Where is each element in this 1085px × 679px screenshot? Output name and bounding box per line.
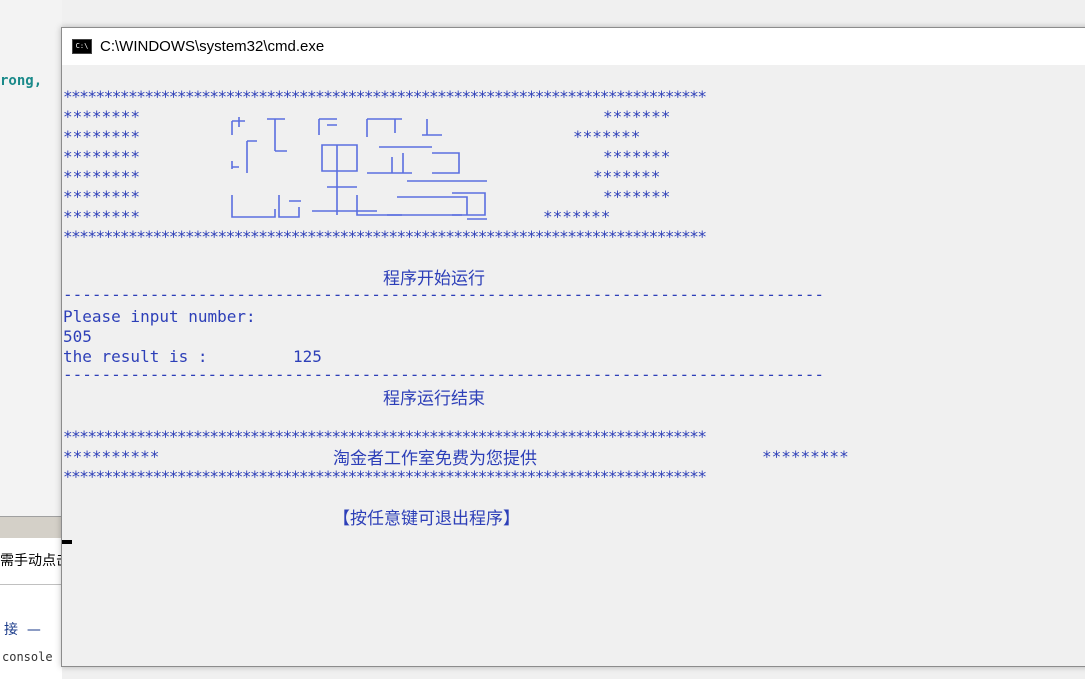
dash-separator-top: ----------------------------------------…: [63, 285, 824, 304]
background-link-text[interactable]: 接 —: [4, 619, 41, 639]
banner-left-2: ********: [63, 127, 141, 146]
footer-stars-left: **********: [63, 447, 160, 466]
star-border-footer-bottom: ****************************************…: [63, 467, 707, 486]
exit-prompt: 【按任意键可退出程序】: [333, 509, 520, 529]
window-title: C:\WINDOWS\system32\cmd.exe: [100, 38, 325, 55]
input-prompt: Please input number:: [63, 307, 256, 326]
background-panel-text: 需手动点击: [0, 553, 70, 569]
banner-right-1: *******: [603, 107, 671, 126]
background-panel-bar: [0, 516, 62, 539]
dash-separator-bottom: ----------------------------------------…: [63, 365, 824, 384]
cmd-icon: C:\: [72, 39, 92, 54]
input-value: 505: [63, 327, 92, 346]
banner-left-5: ********: [63, 187, 141, 206]
banner-left-1: ********: [63, 107, 141, 126]
background-separator: [0, 584, 62, 585]
banner-left-6: ********: [63, 207, 141, 226]
console-output[interactable]: ****************************************…: [62, 65, 1085, 666]
banner-right-6: *******: [543, 207, 611, 226]
result-label: the result is :: [63, 347, 208, 366]
banner-left-4: ********: [63, 167, 141, 186]
result-value: 125: [293, 347, 322, 366]
background-code-fragment: rong,: [0, 73, 51, 89]
footer-stars-right: *********: [762, 447, 849, 466]
text-cursor: [62, 540, 72, 544]
background-console-label[interactable]: console: [2, 650, 53, 664]
banner-right-2: *******: [573, 127, 641, 146]
star-border-top: ****************************************…: [63, 87, 707, 106]
ascii-art-banner: [231, 117, 487, 220]
footer-credit: 淘金者工作室免费为您提供: [333, 449, 537, 469]
banner-left-3: ********: [63, 147, 141, 166]
cmd-window[interactable]: C:\ C:\WINDOWS\system32\cmd.exe ********…: [61, 27, 1085, 667]
end-message: 程序运行结束: [383, 389, 485, 409]
banner-right-4: *******: [593, 167, 661, 186]
star-border-banner-bottom: ****************************************…: [63, 227, 707, 246]
banner-right-3: *******: [603, 147, 671, 166]
title-bar[interactable]: C:\ C:\WINDOWS\system32\cmd.exe: [62, 28, 1085, 65]
banner-right-5: *******: [603, 187, 671, 206]
